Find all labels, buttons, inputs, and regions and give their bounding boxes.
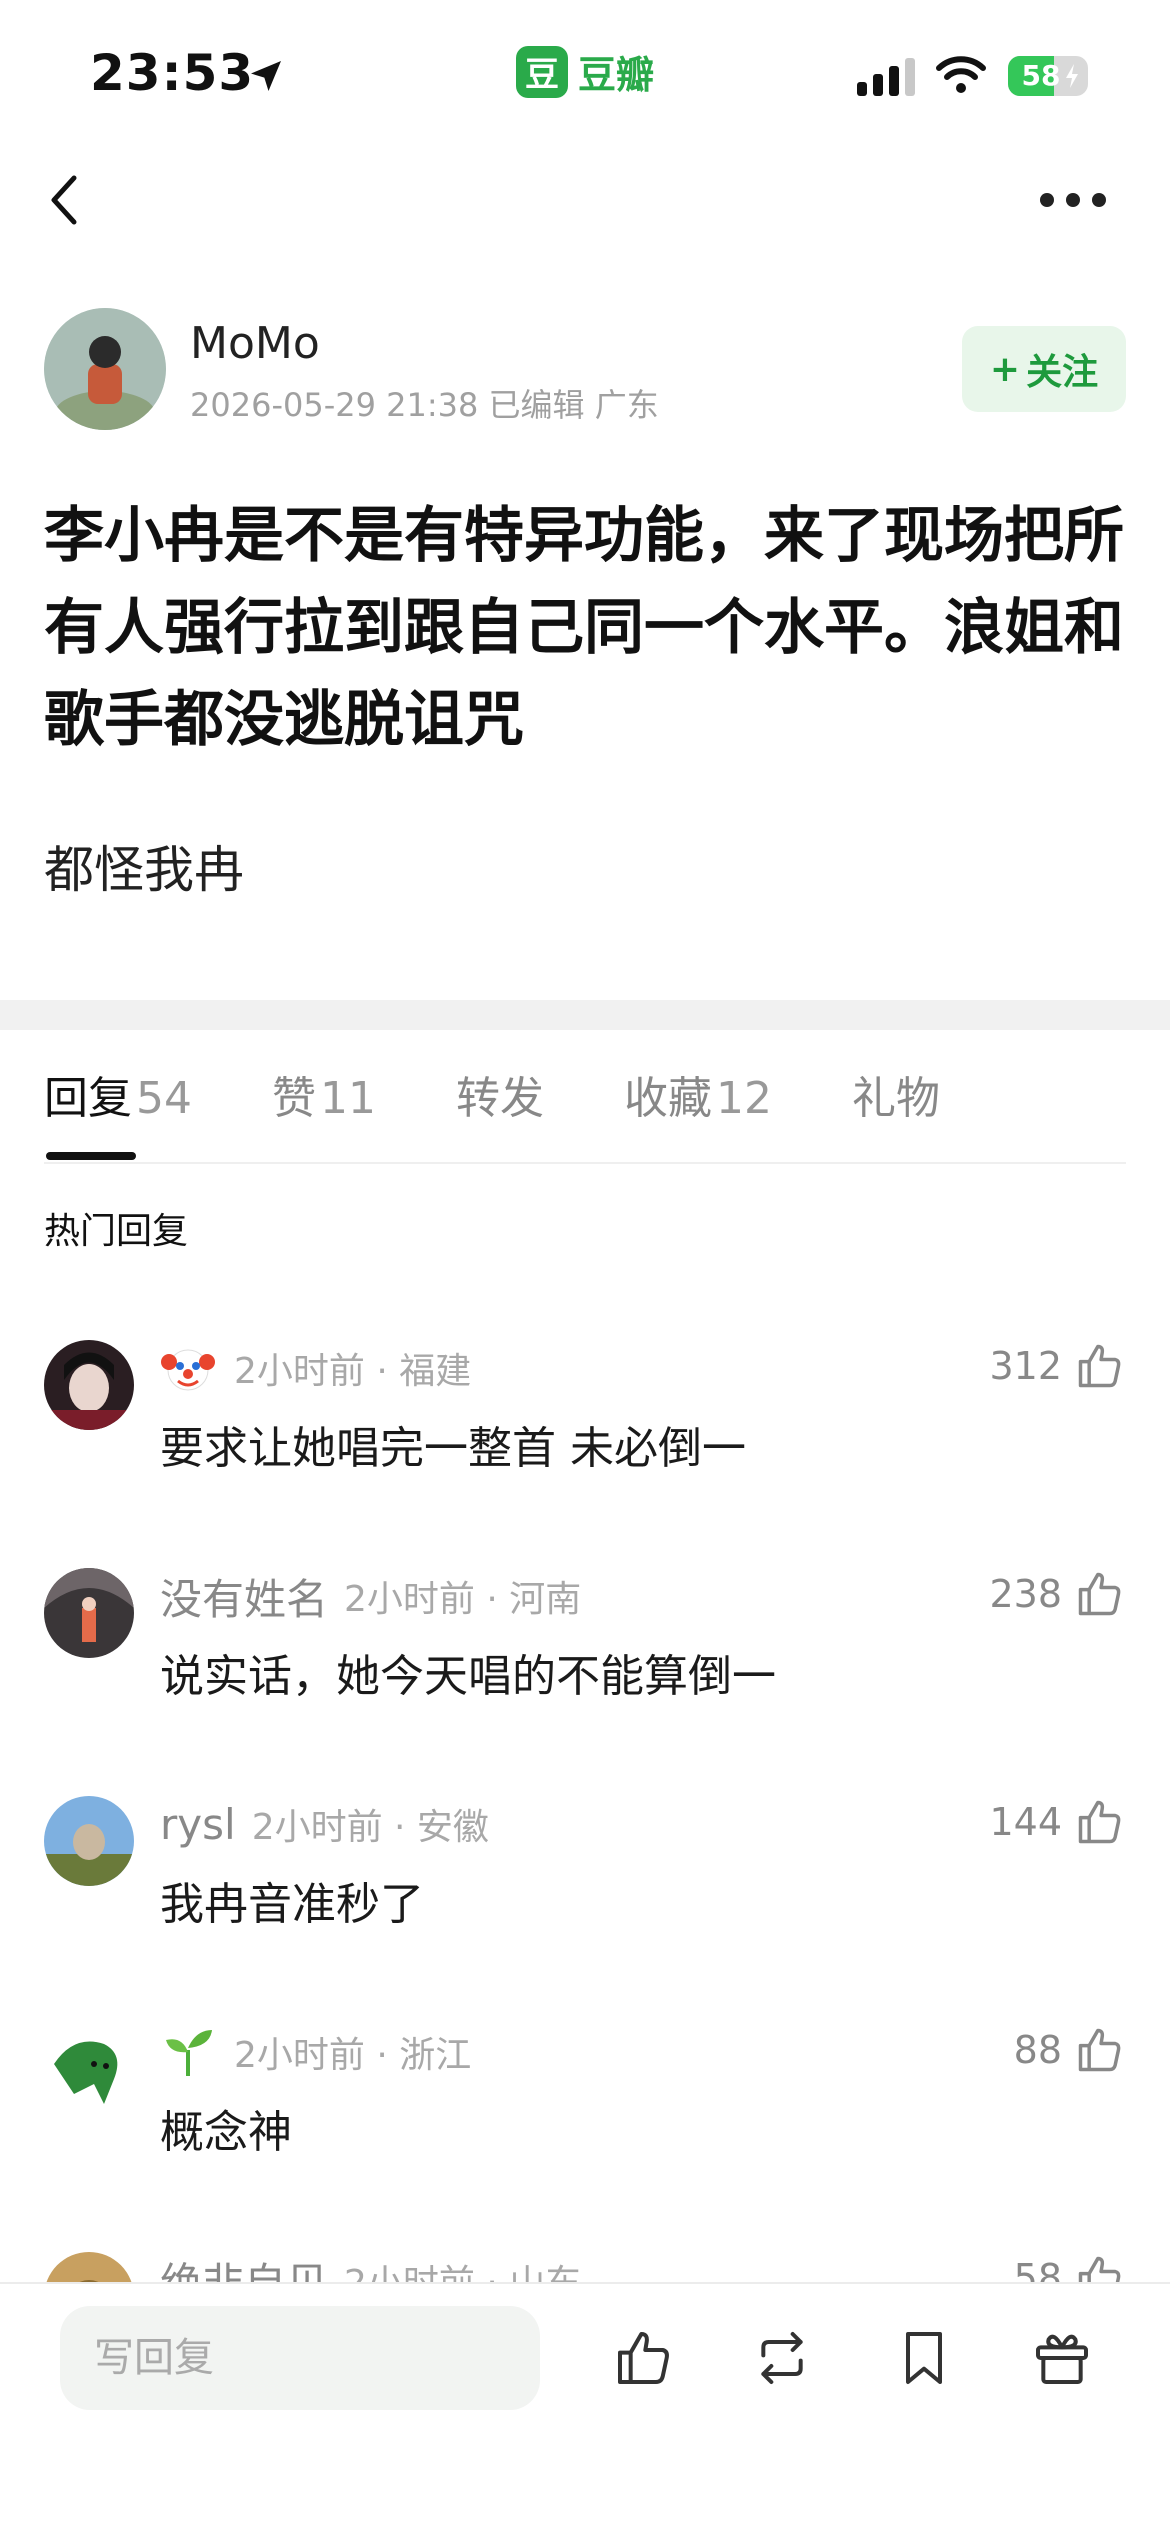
seedling-emoji-icon xyxy=(166,2030,212,2076)
tab-label: 收藏 xyxy=(624,1073,712,1124)
like-count: 312 xyxy=(989,1344,1062,1388)
comment-meta: 2小时前 · 安徽 xyxy=(251,1807,489,1848)
tab-collections[interactable]: 收藏12 xyxy=(624,1060,772,1138)
comment-header: 2小时前 · 福建 xyxy=(160,1340,471,1396)
thumbs-up-icon xyxy=(1078,1344,1121,1388)
comment-item[interactable]: rysl 2小时前 · 安徽 我冉音准秒了 144 xyxy=(44,1796,1126,1996)
status-time: 23:53 xyxy=(90,44,255,102)
repost-icon[interactable] xyxy=(750,2326,814,2390)
gift-icon[interactable] xyxy=(1030,2326,1094,2390)
like-count: 144 xyxy=(989,1800,1062,1844)
comment-text: 我冉音准秒了 xyxy=(160,1879,424,1930)
tab-reposts[interactable]: 转发 xyxy=(456,1060,544,1138)
commenter-avatar[interactable] xyxy=(44,1340,134,1430)
comment-header: 没有姓名 2小时前 · 河南 xyxy=(160,1568,581,1624)
comment-meta: 2小时前 · 福建 xyxy=(234,1351,472,1392)
author-avatar[interactable] xyxy=(44,308,166,430)
app-badge: 豆 豆瓣 xyxy=(516,44,654,99)
comment-meta: 2小时前 · 浙江 xyxy=(234,2035,472,2076)
app-name: 豆瓣 xyxy=(578,53,655,97)
comment-item[interactable]: 2小时前 · 浙江 概念神 88 xyxy=(44,2024,1126,2224)
comment-text: 概念神 xyxy=(160,2107,292,2158)
thumbs-up-icon xyxy=(1078,1800,1121,1844)
commenter-name[interactable]: rysl xyxy=(160,1800,236,1849)
tab-gifts[interactable]: 礼物 xyxy=(852,1060,940,1138)
tab-count: 12 xyxy=(716,1073,772,1124)
commenter-avatar[interactable] xyxy=(44,1796,134,1886)
active-tab-indicator xyxy=(46,1152,136,1160)
post-title: 李小冉是不是有特异功能，来了现场把所有人强行拉到跟自己同一个水平。浪姐和歌手都没… xyxy=(44,501,1124,755)
charging-bolt-icon xyxy=(1066,64,1078,88)
tab-label: 礼物 xyxy=(852,1073,940,1124)
status-bar: 23:53 豆 豆瓣 58 xyxy=(0,0,1170,150)
commenter-name[interactable]: 没有姓名 xyxy=(160,1566,328,1627)
comment-text: 说实话，她今天唱的不能算倒一 xyxy=(160,1651,776,1702)
clown-emoji-icon xyxy=(161,1349,215,1391)
thumbs-up-icon xyxy=(1078,1572,1121,1616)
post-meta: 2026-05-29 21:38 已编辑 广东 xyxy=(190,386,659,424)
tab-likes[interactable]: 赞11 xyxy=(272,1060,376,1138)
commenter-avatar[interactable] xyxy=(44,1568,134,1658)
more-dot xyxy=(1040,193,1054,207)
more-dot xyxy=(1092,193,1106,207)
tab-label: 转发 xyxy=(456,1073,544,1124)
comment-item[interactable]: 没有姓名 2小时前 · 河南 说实话，她今天唱的不能算倒一 238 xyxy=(44,1568,1126,1768)
tab-replies[interactable]: 回复54 xyxy=(44,1060,192,1138)
comment-text: 要求让她唱完一整首 未必倒一 xyxy=(160,1423,746,1474)
comment-like-button[interactable]: 144 xyxy=(989,1796,1126,1848)
tab-label: 回复 xyxy=(44,1073,132,1124)
bookmark-icon[interactable] xyxy=(892,2326,956,2390)
thumbs-up-icon[interactable] xyxy=(612,2326,676,2390)
comment-meta: 2小时前 · 河南 xyxy=(344,1579,582,1620)
bottom-action-bar: 写回复 xyxy=(0,2282,1170,2532)
follow-label: 关注 xyxy=(1026,352,1099,393)
reply-input[interactable]: 写回复 xyxy=(60,2306,540,2410)
comment-header: 2小时前 · 浙江 xyxy=(160,2024,471,2080)
comment-item[interactable]: 2小时前 · 福建 要求让她唱完一整首 未必倒一 312 xyxy=(44,1340,1126,1540)
app-logo: 豆 xyxy=(516,45,568,98)
commenter-avatar[interactable] xyxy=(44,2024,134,2114)
post-body: 都怪我冉 xyxy=(44,841,244,899)
comment-like-button[interactable]: 312 xyxy=(989,1340,1126,1392)
follow-button[interactable]: + 关注 xyxy=(962,326,1126,412)
location-arrow-icon xyxy=(251,61,281,91)
tab-bar: 回复54 赞11 转发 收藏12 礼物 xyxy=(44,1060,1126,1164)
more-options-button[interactable] xyxy=(1040,180,1120,220)
wifi-icon xyxy=(936,56,986,93)
cellular-signal-icon xyxy=(857,58,915,96)
like-count: 88 xyxy=(1013,2028,1062,2072)
hot-replies-heading: 热门回复 xyxy=(44,1211,189,1252)
author-name[interactable]: MoMo xyxy=(190,318,320,369)
battery-indicator: 58 xyxy=(1008,56,1088,96)
tab-count: 54 xyxy=(136,1073,192,1124)
tab-label: 赞 xyxy=(272,1073,316,1124)
thumbs-up-icon xyxy=(1078,2028,1121,2072)
comment-like-button[interactable]: 88 xyxy=(1014,2024,1126,2076)
back-chevron-icon[interactable] xyxy=(40,160,90,240)
section-divider xyxy=(0,1000,1170,1030)
like-count: 238 xyxy=(989,1572,1062,1616)
comment-header: rysl 2小时前 · 安徽 xyxy=(160,1796,489,1852)
comment-like-button[interactable]: 238 xyxy=(989,1568,1126,1620)
more-dot xyxy=(1066,193,1080,207)
plus-icon: + xyxy=(989,348,1021,390)
tab-count: 11 xyxy=(320,1073,376,1124)
